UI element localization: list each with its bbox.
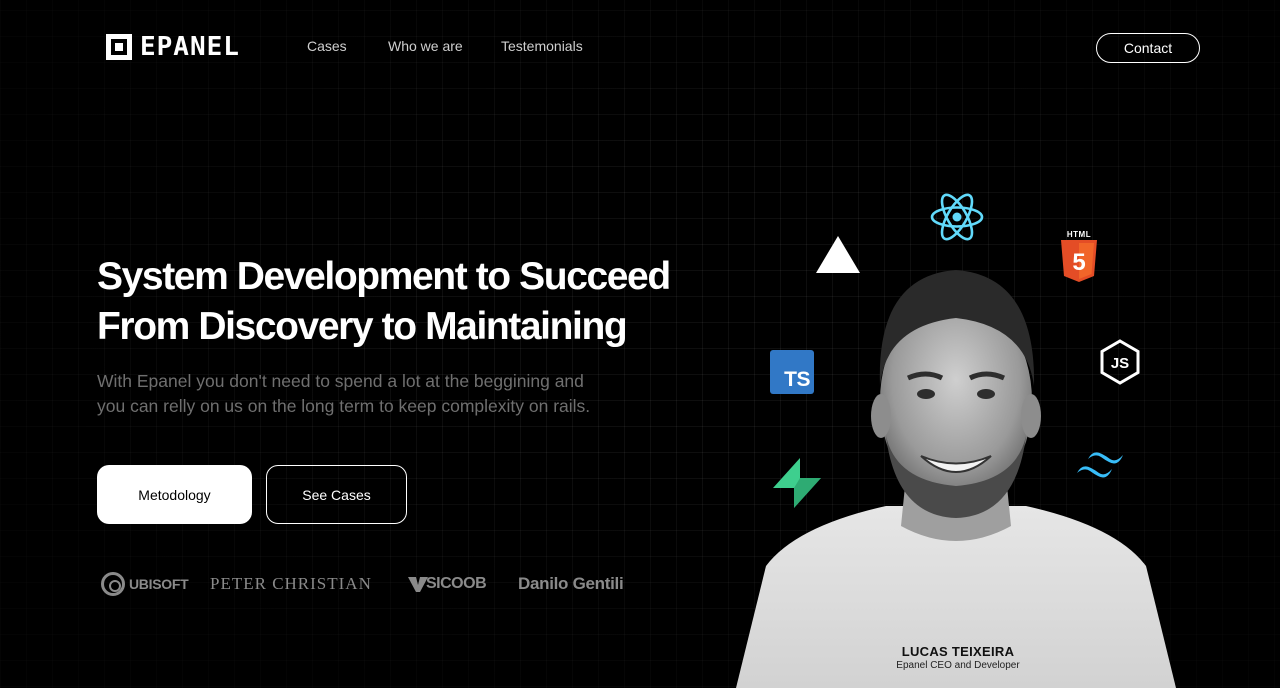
brand-name: EPANEL [140, 32, 240, 62]
ceo-role: Epanel CEO and Developer [896, 660, 1020, 671]
supabase-icon [773, 458, 821, 508]
client-logo-peter-christian: PETER CHRISTIAN [210, 574, 372, 593]
svg-text:5: 5 [1072, 249, 1085, 276]
client-logo-sicoob: SICOOB [408, 572, 487, 596]
html5-shield-icon: 5 [1061, 240, 1097, 282]
contact-button[interactable]: Contact [1096, 33, 1200, 63]
svg-text:JS: JS [1111, 355, 1129, 372]
hero-title-line-1: System Development to Succeed [97, 255, 671, 298]
nav-link-testemonials[interactable]: Testemonials [501, 38, 583, 54]
nav-link-who-we-are[interactable]: Who we are [388, 38, 463, 54]
client-logo-ubisoft: UBISOFT [101, 572, 189, 596]
react-icon [930, 193, 984, 241]
hero-title: System Development to Succeed From Disco… [97, 252, 737, 352]
hero-subtitle-line-2: you can relly on us on the long term to … [97, 396, 591, 416]
see-cases-button[interactable]: See Cases [266, 465, 407, 524]
tailwind-icon [1077, 452, 1123, 478]
ceo-name: LUCAS TEIXEIRA [901, 644, 1015, 659]
client-logo-danilo-gentili: Danilo Gentili [518, 574, 624, 593]
typescript-icon: TS [770, 350, 814, 394]
hero-subtitle-line-1: With Epanel you don't need to spend a lo… [97, 371, 584, 391]
html5-icon: HTML 5 [1061, 230, 1097, 282]
logo-mark-icon [106, 34, 132, 60]
nodejs-icon: JS [1100, 339, 1140, 385]
hero-subtitle: With Epanel you don't need to spend a lo… [97, 369, 677, 419]
hero-title-line-2: From Discovery to Maintaining [97, 305, 628, 348]
vercel-icon [816, 236, 860, 273]
ubisoft-icon [101, 572, 125, 596]
nav-link-cases[interactable]: Cases [307, 38, 347, 54]
methodology-button[interactable]: Metodology [97, 465, 252, 524]
sicoob-icon [408, 577, 428, 592]
brand-logo[interactable]: EPANEL [106, 33, 240, 61]
